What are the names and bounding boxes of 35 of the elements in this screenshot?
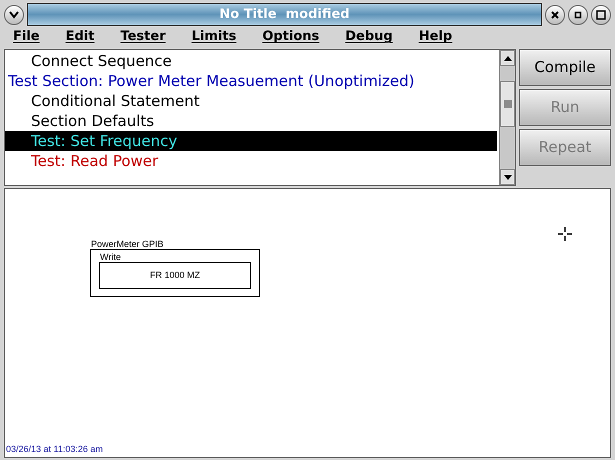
operation-label: Write [100, 251, 121, 264]
timestamp: 03/26/13 at 11:03:26 am [6, 442, 103, 456]
sequence-item-label: Section Defaults [31, 112, 154, 130]
window-title: No Title modified [27, 3, 542, 26]
sequence-item[interactable]: Connect Sequence [5, 51, 497, 71]
block-title: PowerMeter GPIB [91, 238, 164, 251]
menu-item[interactable]: Edit [66, 27, 94, 47]
minimize-icon[interactable] [568, 4, 588, 24]
scrollbar[interactable] [499, 50, 515, 185]
menu-item[interactable]: Help [418, 27, 452, 47]
sequence-item-label: Test: Set Frequency [31, 132, 178, 150]
sequence-item-label: Conditional Statement [31, 92, 200, 110]
window-menu-icon[interactable] [4, 4, 24, 24]
close-icon[interactable] [545, 4, 565, 24]
sequence-item-label: Test: Read Power [31, 152, 158, 170]
crosshair-cursor-icon [558, 227, 572, 241]
toolbar-button[interactable]: Compile [519, 49, 611, 86]
sequence-item[interactable]: Section Defaults [5, 111, 497, 131]
sequence-item-label: Connect Sequence [31, 52, 172, 70]
menu-item[interactable]: File [13, 27, 40, 47]
scroll-down-icon[interactable] [504, 174, 512, 180]
grip-icon[interactable] [504, 100, 512, 108]
sequence-item-label: Test Section: Power Meter Measuement (Unoptimized) [8, 72, 414, 90]
menu-item[interactable]: Options [262, 27, 320, 47]
sequence-item[interactable]: Test Section: Power Meter Measuement (Unoptimized) [5, 71, 497, 91]
menu-item[interactable]: Tester [120, 27, 166, 47]
menu-item[interactable]: Limits [192, 27, 236, 47]
scroll-up-icon[interactable] [504, 56, 512, 60]
instrument-block[interactable]: Write FR 1000 MZ [90, 249, 260, 297]
sequence-item[interactable]: Test: Read Power [5, 151, 497, 171]
sequence-item[interactable]: Test: Set Frequency [5, 131, 497, 151]
command-field[interactable]: FR 1000 MZ [99, 262, 251, 289]
menu-item[interactable]: Debug [345, 27, 393, 47]
maximize-icon[interactable] [591, 4, 611, 24]
sequence-item[interactable]: Conditional Statement [5, 91, 497, 111]
